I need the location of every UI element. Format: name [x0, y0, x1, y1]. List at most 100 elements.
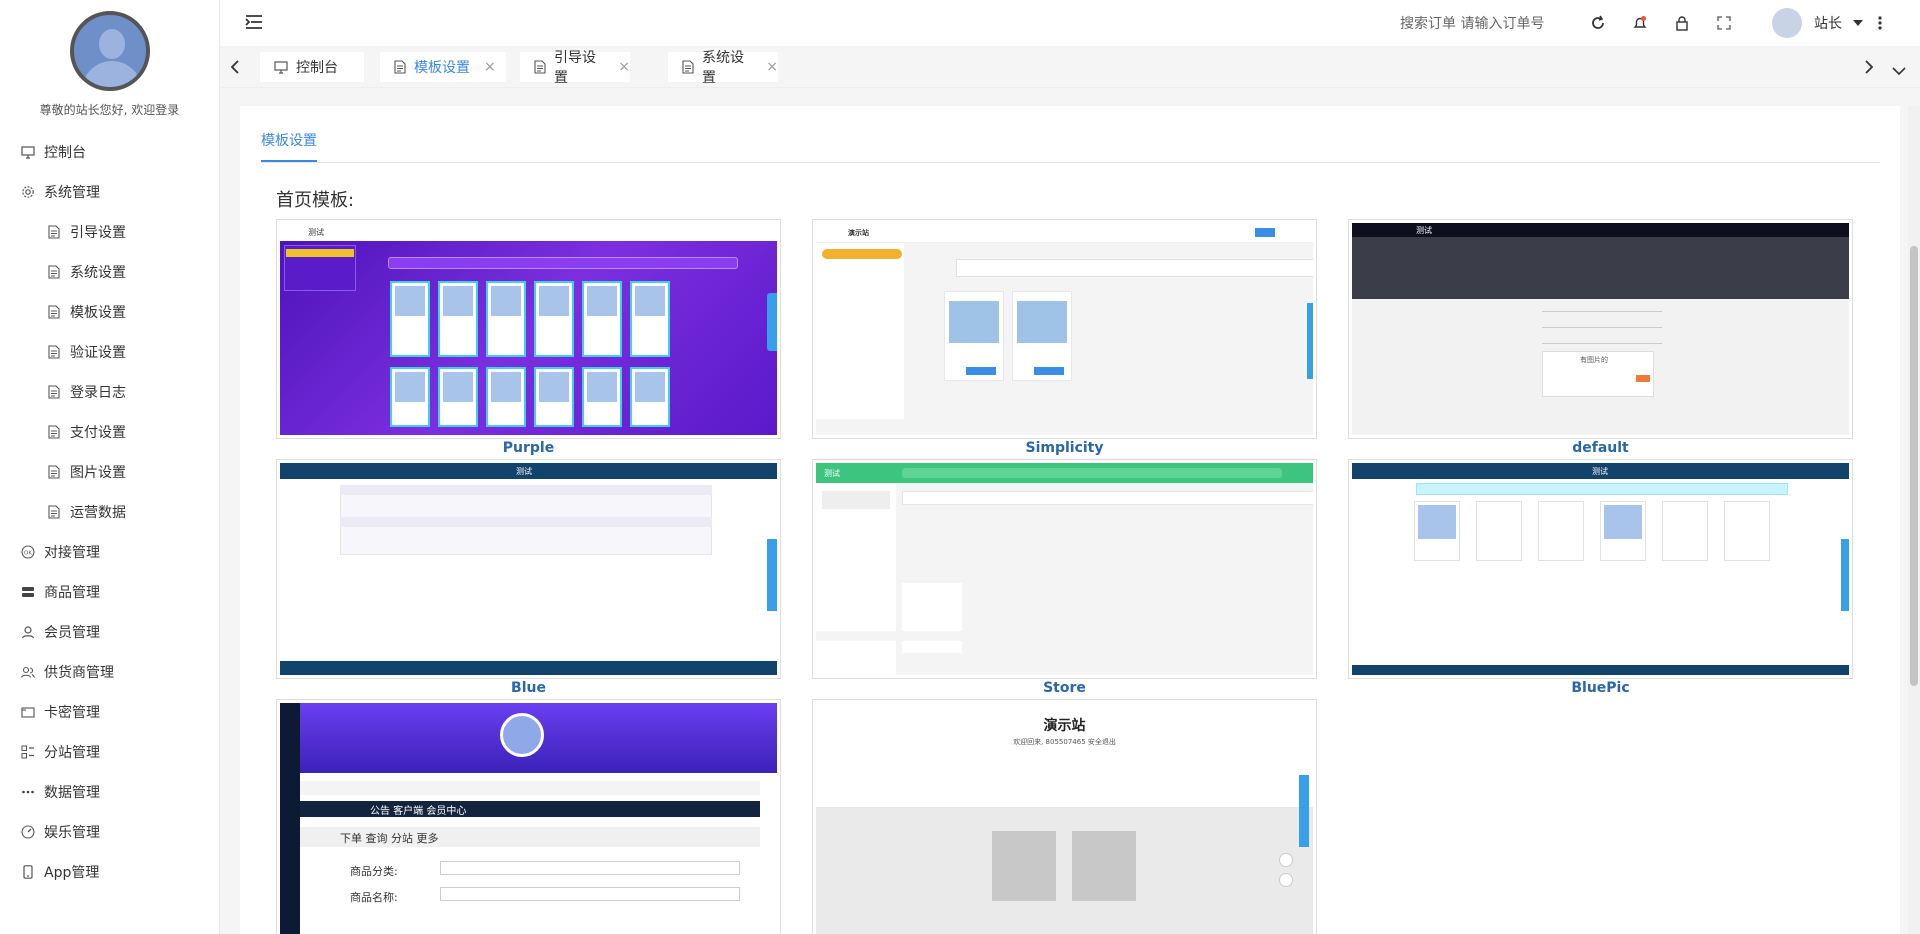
template-card-default[interactable]: 测试 有图片的 — [1348, 219, 1853, 439]
scrollbar-thumb[interactable] — [1910, 246, 1918, 686]
sidebar-item[interactable]: App管理 — [0, 852, 219, 892]
thumb-site-title: 测试 — [308, 228, 324, 237]
document-icon — [46, 504, 62, 520]
document-icon — [534, 60, 546, 74]
sidebar-item-label: 分站管理 — [44, 745, 100, 761]
thumb-product-card — [1724, 501, 1770, 561]
sidebar-item[interactable]: 娱乐管理 — [0, 812, 219, 852]
sidebar-item-label: 数据管理 — [44, 785, 100, 801]
document-icon — [46, 424, 62, 440]
server-icon — [20, 584, 36, 600]
tab[interactable]: 模板设置 × — [380, 52, 506, 82]
tab-label: 模板设置 — [414, 60, 470, 76]
thumb-site-title: 演示站 — [1043, 718, 1086, 734]
sidebar-item[interactable]: 数据管理 — [0, 772, 219, 812]
search-order-input[interactable]: 搜索订单 请输入订单号 — [1400, 13, 1544, 33]
thumb-product-card — [390, 367, 430, 427]
sidebar-item-label: 引导设置 — [70, 225, 126, 241]
thumb-product-card — [534, 367, 574, 427]
template-card-demo[interactable]: 演示站 欢迎回来, 805507465 安全退出 — [812, 699, 1317, 934]
thumb-product-card — [630, 281, 670, 357]
thumb-subtitle: 欢迎回来, 805507465 安全退出 — [1013, 738, 1116, 746]
profile-area: 尊敬的站长您好, 欢迎登录 — [0, 0, 219, 132]
bell-icon[interactable] — [1630, 13, 1650, 33]
tab[interactable]: 引导设置 × — [520, 50, 630, 86]
sidebar-item[interactable]: 支付设置 — [0, 412, 219, 452]
sidebar-item[interactable]: 会员管理 — [0, 612, 219, 652]
svg-text:OK: OK — [24, 551, 32, 557]
template-thumbnail: 测试 — [816, 463, 1313, 675]
welcome-text: 尊敬的站长您好, 欢迎登录 — [39, 103, 180, 117]
sidebar-item[interactable]: 系统管理 — [0, 172, 219, 212]
template-card-purple2[interactable]: 公告 客户端 会员中心 下单 查询 分站 更多 商品分类: 商品名称: — [276, 699, 781, 934]
sidebar-item[interactable]: 登录日志 — [0, 372, 219, 412]
menu-toggle-icon[interactable] — [245, 13, 263, 35]
fullscreen-icon[interactable] — [1714, 13, 1734, 33]
user-name[interactable]: 站长 — [1814, 13, 1842, 33]
tab[interactable]: 控制台 — [260, 52, 364, 82]
tab-menu-chevron-icon[interactable] — [1892, 61, 1906, 80]
template-card-blue[interactable]: 测试 — [276, 459, 781, 679]
refresh-icon[interactable] — [1588, 13, 1608, 33]
template-thumbnail: 测试 — [280, 223, 777, 435]
template-card-simplicity[interactable]: 演示站 — [812, 219, 1317, 439]
ok-icon: OK — [20, 544, 36, 560]
tab-close-icon[interactable]: × — [766, 59, 778, 75]
more-icon — [20, 784, 36, 800]
sidebar-item-label: 运营数据 — [70, 505, 126, 521]
template-name-blue: Blue — [511, 680, 546, 696]
thumb-product-card — [390, 281, 430, 357]
subtab-divider — [261, 162, 1880, 163]
sidebar-item[interactable]: 运营数据 — [0, 492, 219, 532]
thumb-product-card — [630, 367, 670, 427]
tab-scroll-right-icon[interactable] — [1864, 59, 1874, 79]
sidebar-item[interactable]: 卡密管理 — [0, 692, 219, 732]
sidebar-item[interactable]: 商品管理 — [0, 572, 219, 612]
page-scrollbar[interactable] — [1908, 106, 1920, 934]
thumb-product-card — [438, 281, 478, 357]
template-name-simplicity: Simplicity — [1025, 440, 1104, 456]
sidebar-item-label: 模板设置 — [70, 305, 126, 321]
thumb-product-card — [1600, 501, 1646, 561]
user-avatar[interactable] — [1772, 8, 1802, 38]
tab-scroll-left-icon[interactable] — [230, 59, 240, 79]
thumb-product-card — [486, 281, 526, 357]
chevron-down-icon[interactable] — [1848, 13, 1868, 33]
template-thumbnail: 公告 客户端 会员中心 下单 查询 分站 更多 商品分类: 商品名称: — [280, 703, 777, 934]
sidebar-item[interactable]: 分站管理 — [0, 732, 219, 772]
template-thumbnail: 测试 — [1352, 463, 1849, 675]
lock-icon[interactable] — [1672, 13, 1692, 33]
thumb-product-card — [1414, 501, 1460, 561]
more-vertical-icon[interactable] — [1870, 13, 1890, 33]
template-card-bluepic[interactable]: 测试 — [1348, 459, 1853, 679]
sidebar-item-label: 卡密管理 — [44, 705, 100, 721]
subtab-template-settings[interactable]: 模板设置 — [261, 130, 317, 162]
sidebar-item[interactable]: 控制台 — [0, 132, 219, 172]
thumb-product-card — [486, 367, 526, 427]
tab-close-icon[interactable]: × — [618, 59, 630, 75]
tab-close-icon[interactable]: × — [484, 59, 496, 75]
thumb-product-card — [1476, 501, 1522, 561]
thumb-item-label: 有图片的 — [1580, 356, 1608, 364]
sidebar-item[interactable]: 供货商管理 — [0, 652, 219, 692]
sidebar-menu: 控制台 系统管理引导设置系统设置模板设置验证设置 登录日志 支付设置 图片设置运营数据 O… — [0, 132, 219, 892]
document-icon — [46, 344, 62, 360]
sidebar-item[interactable]: 系统设置 — [0, 252, 219, 292]
sidebar-item[interactable]: 引导设置 — [0, 212, 219, 252]
top-bar: 搜索订单 请输入订单号 站长 — [220, 0, 1920, 46]
template-card-purple[interactable]: 测试 — [276, 219, 781, 439]
avatar[interactable] — [69, 11, 150, 91]
sidebar-item-label: 供货商管理 — [44, 665, 114, 681]
sidebar-item-label: App管理 — [44, 865, 100, 881]
sidebar-item[interactable]: 验证设置 — [0, 332, 219, 372]
sidebar-item-label: 系统设置 — [70, 265, 126, 281]
thumb-product-card — [582, 281, 622, 357]
tab-bar: 控制台 模板设置 × 引导设置 × 系统设置 × — [220, 46, 1920, 88]
tab[interactable]: 系统设置 × — [668, 50, 778, 86]
template-card-store[interactable]: 测试 — [812, 459, 1317, 679]
sidebar-item[interactable]: 模板设置 — [0, 292, 219, 332]
sidebar-item[interactable]: 图片设置 — [0, 452, 219, 492]
card-icon — [20, 704, 36, 720]
sidebar-item[interactable]: OK 对接管理 — [0, 532, 219, 572]
monitor-icon — [20, 144, 36, 160]
